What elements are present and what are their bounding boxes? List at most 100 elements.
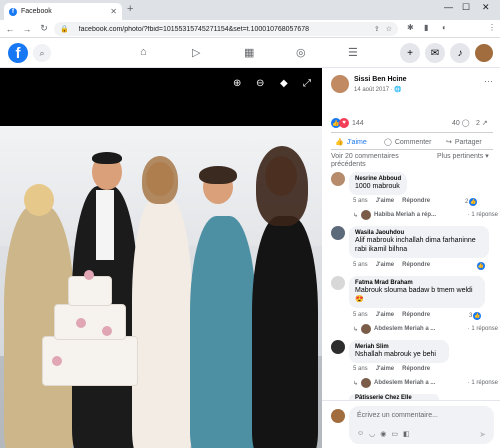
comment-text: Nshallah mabrouk ye behi bbox=[355, 351, 436, 358]
comment-text: Alif mabrouk inchallah dima farhaninne r… bbox=[355, 237, 476, 253]
post-date[interactable]: 14 août 2017 · 🌐 bbox=[354, 86, 402, 93]
comment-input[interactable]: Écrivez un commentaire... ☺ ◡ ◉ ▭ ◧ ➤ bbox=[349, 406, 494, 444]
profile-icon[interactable]: ◐ bbox=[442, 23, 447, 32]
menu-icon[interactable]: ☰ bbox=[348, 46, 358, 59]
address-bar[interactable]: 🔒 facebook.com/photo/?fbid=1015531574527… bbox=[54, 22, 398, 36]
floral-hair bbox=[199, 166, 237, 184]
commenter-avatar[interactable] bbox=[331, 276, 345, 290]
comment: Wasila Jaouhdou Alif mabrouk inchallah d… bbox=[331, 226, 496, 272]
watch-icon[interactable]: ▷ bbox=[192, 46, 200, 59]
comment-meta: 5 ans J'aime Répondre bbox=[353, 262, 431, 268]
home-icon[interactable]: ⌂ bbox=[140, 46, 147, 58]
close-window-icon[interactable]: ✕ bbox=[482, 2, 490, 13]
forward-icon[interactable]: → bbox=[20, 24, 34, 34]
author-name[interactable]: Sissi Ben Hcine bbox=[354, 76, 407, 83]
send-icon[interactable]: ➤ bbox=[479, 430, 486, 439]
zoom-out-icon[interactable]: ⊖ bbox=[256, 78, 264, 89]
reply-summary[interactable]: ↳ Abdeslem Meriah a ... · 1 réponse bbox=[353, 324, 498, 334]
like-reaction-icon: 👍 bbox=[469, 198, 478, 206]
commenter-avatar[interactable] bbox=[331, 340, 345, 354]
comment-bubble: Fatma Mrad Braham Mabrouk slouma badaw b… bbox=[349, 276, 485, 308]
reply-count: · 1 réponse bbox=[467, 380, 498, 386]
public-globe-icon: 🌐 bbox=[394, 87, 402, 93]
marketplace-icon[interactable]: ▦ bbox=[244, 46, 254, 59]
facebook-logo[interactable]: f bbox=[8, 43, 28, 63]
minimize-icon[interactable]: — bbox=[444, 2, 453, 12]
reply-author-avatar bbox=[361, 378, 372, 388]
like-button[interactable]: 👍 J'aime bbox=[335, 138, 367, 147]
cake-tier-top bbox=[68, 276, 112, 306]
reload-icon[interactable]: ↻ bbox=[37, 23, 51, 34]
comment-reply-link[interactable]: Répondre bbox=[402, 312, 430, 318]
fullscreen-icon[interactable]: ⤢ bbox=[303, 78, 311, 89]
create-icon[interactable]: + bbox=[400, 43, 420, 63]
comment-reactions[interactable]: 2 👍 bbox=[465, 198, 478, 206]
caret-down-icon: ▾ bbox=[485, 153, 489, 160]
composer-tools: ☺ ◡ ◉ ▭ ◧ bbox=[357, 430, 410, 438]
cake-rose bbox=[76, 318, 86, 328]
gif-icon[interactable]: ▭ bbox=[391, 430, 398, 438]
commenter-avatar[interactable] bbox=[331, 226, 345, 240]
url-text: facebook.com/photo/?fbid=101553157452711… bbox=[78, 25, 310, 33]
extensions-icon[interactable]: ✱ bbox=[407, 23, 414, 32]
menu-dots-icon[interactable]: ⋮ bbox=[488, 23, 496, 32]
reaction-count: 144 bbox=[352, 119, 364, 127]
share-page-icon[interactable]: ⇪ bbox=[374, 25, 380, 33]
back-icon[interactable]: ← bbox=[3, 24, 17, 34]
cake-rose bbox=[84, 270, 94, 280]
maximize-icon[interactable]: ☐ bbox=[462, 2, 470, 13]
comment-count-icon: ◯ bbox=[461, 120, 470, 127]
comment-text: Mabrouk slouma badaw b tmem weldi 😍 bbox=[355, 287, 473, 303]
comment-reply-link[interactable]: Répondre bbox=[402, 366, 430, 372]
reply-summary[interactable]: ↳ Habiba Meriah a rép... · 1 réponse bbox=[353, 210, 498, 220]
wedding-photo bbox=[0, 126, 322, 448]
person-bride bbox=[132, 196, 192, 448]
comment-button[interactable]: ◯ Commenter bbox=[384, 138, 431, 147]
new-tab-button[interactable]: + bbox=[127, 3, 133, 15]
comment-reactions[interactable]: 👍 bbox=[477, 262, 485, 270]
view-previous-comments[interactable]: Voir 20 commentaires précédents bbox=[331, 153, 427, 169]
like-reaction-icon: 👍 bbox=[477, 262, 485, 270]
zoom-in-icon[interactable]: ⊕ bbox=[233, 78, 241, 89]
avatar-sticker-icon[interactable]: ☺ bbox=[357, 430, 364, 438]
person-black-dress bbox=[252, 216, 318, 448]
bookmark-star-icon[interactable]: ☆ bbox=[386, 25, 392, 33]
comment-meta: 5 ans J'aime Répondre bbox=[353, 198, 431, 204]
like-reaction-icon: 👍 bbox=[473, 312, 482, 320]
comment-reply-link[interactable]: Répondre bbox=[402, 198, 430, 204]
comment-meta: 5 ans J'aime Répondre bbox=[353, 366, 431, 372]
comment-like-link[interactable]: J'aime bbox=[376, 262, 394, 268]
more-options-icon[interactable]: ··· bbox=[484, 76, 493, 86]
tag-icon[interactable]: ◆ bbox=[280, 78, 288, 89]
messenger-icon[interactable]: ✉ bbox=[425, 43, 445, 63]
notifications-icon[interactable]: ♪ bbox=[450, 43, 470, 63]
reply-author-avatar bbox=[361, 210, 372, 220]
groom-shirt bbox=[96, 190, 114, 260]
comment-like-link[interactable]: J'aime bbox=[376, 198, 394, 204]
comment-reactions[interactable]: 3 👍 bbox=[469, 312, 482, 320]
comment-composer: Écrivez un commentaire... ☺ ◡ ◉ ▭ ◧ ➤ bbox=[322, 400, 500, 448]
commenter-avatar[interactable] bbox=[331, 172, 345, 186]
camera-icon[interactable]: ◉ bbox=[380, 430, 386, 438]
groups-icon[interactable]: ◎ bbox=[296, 46, 306, 59]
reply-summary[interactable]: ↳ Abdeslem Meriah a ... · 1 réponse bbox=[353, 378, 498, 388]
tab-close-icon[interactable]: ✕ bbox=[110, 7, 117, 16]
browser-tab[interactable]: f Facebook ✕ bbox=[4, 3, 122, 20]
sidepanel-icon[interactable]: ▮ bbox=[424, 23, 428, 32]
divider bbox=[331, 132, 493, 133]
account-avatar[interactable] bbox=[474, 43, 494, 63]
comment-like-link[interactable]: J'aime bbox=[376, 366, 394, 372]
author-avatar[interactable] bbox=[331, 75, 349, 93]
comment-count[interactable]: 40 ◯ bbox=[452, 119, 470, 127]
share-button[interactable]: ↪ Partager bbox=[446, 138, 482, 147]
emoji-icon[interactable]: ◡ bbox=[369, 430, 375, 438]
share-icon: ↪ bbox=[446, 139, 452, 146]
comment-like-link[interactable]: J'aime bbox=[376, 312, 394, 318]
search-icon[interactable]: ⌕ bbox=[33, 44, 51, 62]
share-count[interactable]: 2 ↗ bbox=[476, 119, 488, 127]
cake-rose bbox=[52, 356, 62, 366]
comment-reply-link[interactable]: Répondre bbox=[402, 262, 430, 268]
comment-sort-dropdown[interactable]: Plus pertinents ▾ bbox=[437, 153, 497, 161]
sticker-icon[interactable]: ◧ bbox=[403, 430, 410, 438]
reply-author: Abdeslem Meriah a ... bbox=[374, 380, 436, 386]
